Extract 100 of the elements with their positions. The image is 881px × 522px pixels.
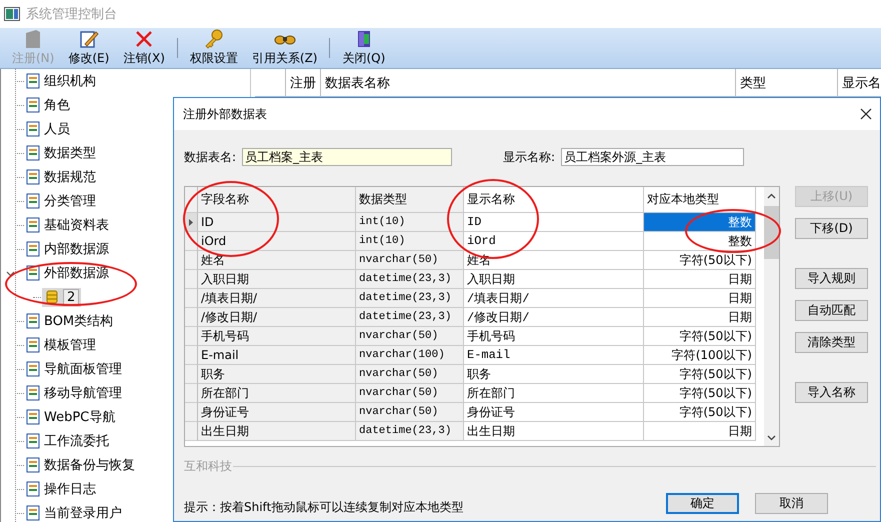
table-cell: 字符(50以下): [644, 384, 756, 403]
document-icon: [25, 265, 41, 281]
window-icon: [4, 7, 20, 21]
toolbar-button[interactable]: 引用关系(Z): [246, 28, 324, 68]
table-cell: 职务: [464, 365, 644, 384]
document-icon: [25, 481, 41, 497]
tree-item[interactable]: 数据类型: [44, 144, 96, 162]
side-button[interactable]: 自动匹配: [795, 300, 868, 321]
tree-item[interactable]: 组织机构: [44, 72, 96, 90]
scroll-down-icon[interactable]: [767, 435, 776, 441]
toolbar-button[interactable]: 权限设置: [184, 28, 244, 68]
hint-text: 提示：按着Shift拖动鼠标可以连续复制对应本地类型: [184, 499, 464, 516]
toolbar-button[interactable]: 关闭(Q): [336, 28, 392, 68]
toolbar-button[interactable]: 修改(E): [62, 28, 116, 68]
field-label: 数据表名:: [184, 148, 236, 166]
document-icon: [25, 169, 41, 185]
group-label: 互和科技: [184, 458, 232, 475]
document-icon: [25, 217, 41, 233]
table-cell: datetime(23,3): [356, 422, 464, 441]
document-icon: [25, 337, 41, 353]
tree-item[interactable]: 2: [42, 288, 82, 306]
table-cell: 字符(50以下): [644, 365, 756, 384]
tree-item[interactable]: 移动导航管理: [44, 384, 122, 402]
column-header[interactable]: 类型: [736, 69, 838, 96]
column-header[interactable]: 显示名: [838, 69, 881, 96]
row-header[interactable]: [185, 232, 198, 251]
tree-item[interactable]: BOM类结构: [44, 312, 114, 330]
column-header[interactable]: 注册: [286, 69, 321, 96]
dialog-button[interactable]: 取消: [755, 493, 828, 514]
tree-item[interactable]: 分类管理: [44, 192, 96, 210]
table-cell: 姓名: [198, 251, 356, 270]
table-cell: iOrd: [464, 232, 644, 251]
table-cell: 身份证号: [464, 403, 644, 422]
tree-item[interactable]: WebPC导航: [44, 408, 116, 426]
tree-item[interactable]: 内部数据源: [44, 240, 109, 258]
tree-item[interactable]: 人员: [44, 120, 70, 138]
table-cell: E-mail: [464, 346, 644, 365]
tree-item[interactable]: 外部数据源: [44, 264, 109, 282]
document-icon: [25, 457, 41, 473]
table-cell: nvarchar(50): [356, 327, 464, 346]
table-cell: 所在部门: [464, 384, 644, 403]
side-button[interactable]: 下移(D): [795, 218, 868, 239]
table-cell: 字符(50以下): [644, 327, 756, 346]
edit-icon: [78, 29, 99, 49]
input-field[interactable]: 员工档案外源_主表: [561, 148, 744, 166]
table-cell: nvarchar(50): [356, 251, 464, 270]
table-cell: nvarchar(100): [356, 346, 464, 365]
database-icon: [44, 289, 60, 305]
row-header[interactable]: [185, 213, 198, 232]
table-cell: 出生日期: [198, 422, 356, 441]
table-cell: iOrd: [198, 232, 356, 251]
tree-item[interactable]: 数据备份与恢复: [44, 456, 135, 474]
table-cell: datetime(23,3): [356, 308, 464, 327]
scroll-up-icon[interactable]: [767, 193, 776, 199]
dialog-button[interactable]: 确定: [666, 493, 739, 514]
close-icon: [134, 29, 154, 49]
table-cell: nvarchar(50): [356, 365, 464, 384]
table-cell: 日期: [644, 422, 756, 441]
scroll-thumb[interactable]: [764, 206, 779, 259]
input-field[interactable]: 员工档案_主表: [242, 148, 452, 166]
table-cell: int(10): [356, 213, 464, 232]
table-cell: 日期: [644, 308, 756, 327]
document-icon: [25, 73, 41, 89]
table-cell: 入职日期: [198, 270, 356, 289]
table-cell: 字符(50以下): [644, 403, 756, 422]
document-icon: [25, 193, 41, 209]
column-header[interactable]: 数据表名称: [321, 69, 736, 96]
toolbar-button[interactable]: 注销(X): [117, 28, 171, 68]
column-header[interactable]: 数据类型: [356, 187, 464, 213]
column-header[interactable]: 对应本地类型: [644, 187, 756, 213]
close-icon[interactable]: [860, 108, 872, 120]
tree-item[interactable]: 工作流委托: [44, 432, 109, 450]
document-icon: [25, 361, 41, 377]
tree-item[interactable]: 基础资料表: [44, 216, 109, 234]
document-icon: [25, 433, 41, 449]
document-icon: [25, 313, 41, 329]
tree-item[interactable]: 角色: [44, 96, 70, 114]
tree-item[interactable]: 导航面板管理: [44, 360, 122, 378]
tree-item[interactable]: 操作日志: [44, 480, 96, 498]
scrollbar[interactable]: [764, 187, 779, 446]
table-cell: 手机号码: [198, 327, 356, 346]
tree-item[interactable]: 数据规范: [44, 168, 96, 186]
table-cell: datetime(23,3): [356, 270, 464, 289]
side-button[interactable]: 导入规则: [795, 268, 868, 289]
table-cell: 字符(50以下): [644, 251, 756, 270]
table-cell: 日期: [644, 270, 756, 289]
table-cell: /填表日期/: [464, 289, 644, 308]
field-label: 显示名称:: [503, 148, 556, 166]
key-icon: [204, 29, 224, 49]
document-icon: [25, 241, 41, 257]
side-button[interactable]: 导入名称: [795, 382, 868, 403]
table-cell: 所在部门: [198, 384, 356, 403]
table-cell: /填表日期/: [198, 289, 356, 308]
tree-item[interactable]: 当前登录用户: [44, 504, 122, 522]
table-cell: ID: [198, 213, 356, 232]
column-header[interactable]: 字段名称: [198, 187, 356, 213]
tree-item[interactable]: 模板管理: [44, 336, 96, 354]
column-header[interactable]: 显示名称: [464, 187, 644, 213]
table-cell: 出生日期: [464, 422, 644, 441]
side-button[interactable]: 清除类型: [795, 332, 868, 353]
